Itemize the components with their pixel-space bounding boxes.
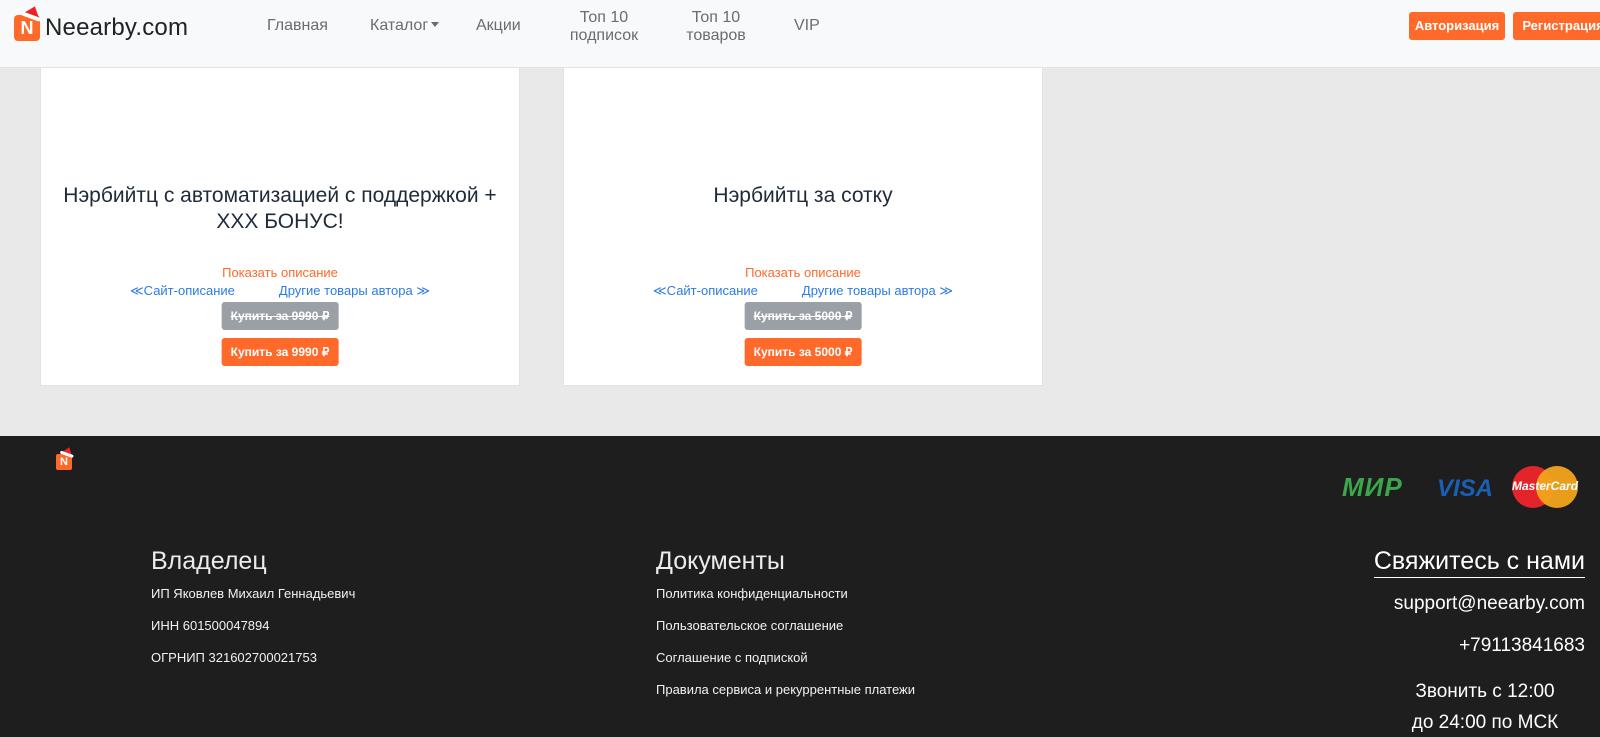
site-footer: N МИР VISA MasterCard Владелец ИП Яковле… xyxy=(0,436,1600,737)
nav-top-goods[interactable]: Топ 10 товаров xyxy=(685,9,747,45)
author-products-link[interactable]: Другие товары автора ≫ xyxy=(279,283,430,299)
product-card: Нэрбийтц за сотку Показать описание ≪Сай… xyxy=(563,60,1043,386)
contact-phone[interactable]: +79113841683 xyxy=(1459,635,1585,657)
footer-logo-letter: N xyxy=(60,456,68,468)
old-price-button: Купить за 5000 ₽ xyxy=(744,302,862,330)
contact-hours: Звонить с 12:00 до 24:00 по МСК xyxy=(1395,676,1575,737)
product-title: Нэрбийтц за сотку xyxy=(713,184,893,207)
nav-top-subs-line2: подписок xyxy=(569,27,639,44)
service-rules-link[interactable]: Правила сервиса и рекуррентные платежи xyxy=(656,682,915,697)
product-title: Нэрбийтц с автоматизацией с поддержкой +… xyxy=(63,184,497,233)
contact-heading: Свяжитесь с нами xyxy=(1373,547,1585,578)
nav-promos[interactable]: Акции xyxy=(476,17,521,35)
owner-inn: ИНН 601500047894 xyxy=(151,618,270,633)
nav-catalog[interactable]: Каталог xyxy=(370,17,440,35)
hours-line2: до 24:00 по МСК xyxy=(1411,712,1559,733)
visa-logo: VISA xyxy=(1437,475,1494,502)
mastercard-label: MasterCard xyxy=(1512,479,1579,493)
mastercard-logo: MasterCard xyxy=(1512,466,1578,508)
login-button[interactable]: Авторизация xyxy=(1409,12,1505,40)
product-links: ≪Сайт-описание Другие товары автора ≫ xyxy=(41,283,519,299)
show-description-link[interactable]: Показать описание xyxy=(564,265,1042,280)
owner-ogrnip: ОГРНИП 321602700021753 xyxy=(151,650,317,665)
mir-logo: МИР xyxy=(1342,472,1403,502)
site-logo[interactable]: N Neearby.com xyxy=(14,3,189,42)
hours-line1: Звонить с 12:00 xyxy=(1415,681,1555,702)
contact-email[interactable]: support@neearby.com xyxy=(1394,593,1585,615)
site-description-link[interactable]: ≪Сайт-описание xyxy=(130,283,235,299)
nav-top-subs-line1: Топ 10 xyxy=(579,9,629,26)
product-links: ≪Сайт-описание Другие товары автора ≫ xyxy=(564,283,1042,299)
footer-logo-icon[interactable]: N xyxy=(56,445,76,470)
nav-top-goods-line1: Топ 10 xyxy=(691,9,741,26)
nav-catalog-label: Каталог xyxy=(370,17,429,34)
nav-top-subscriptions[interactable]: Топ 10 подписок xyxy=(569,9,639,45)
show-description-link[interactable]: Показать описание xyxy=(41,265,519,280)
nav-top-goods-line2: товаров xyxy=(686,27,746,44)
logo-letter: N xyxy=(20,18,34,38)
author-products-link[interactable]: Другие товары автора ≫ xyxy=(802,283,953,299)
site-header: N Neearby.com Главная Каталог Акции Топ … xyxy=(0,0,1600,68)
caret-down-icon xyxy=(431,22,440,28)
logo-text: Neearby.com xyxy=(45,14,189,41)
site-description-link[interactable]: ≪Сайт-описание xyxy=(653,283,758,299)
buy-button[interactable]: Купить за 9990 ₽ xyxy=(221,338,339,366)
buy-button[interactable]: Купить за 5000 ₽ xyxy=(744,338,862,366)
owner-name: ИП Яковлев Михаил Геннадьевич xyxy=(151,586,356,601)
owner-heading: Владелец xyxy=(151,547,267,575)
nav-vip[interactable]: VIP xyxy=(794,17,820,35)
documents-heading: Документы xyxy=(656,547,785,575)
nav-home[interactable]: Главная xyxy=(267,17,328,35)
register-button[interactable]: Регистрация xyxy=(1513,12,1600,40)
privacy-policy-link[interactable]: Политика конфиденциальности xyxy=(656,586,848,601)
product-card: Нэрбийтц с автоматизацией с поддержкой +… xyxy=(40,60,520,386)
logo-icon: N xyxy=(14,3,44,41)
old-price-button: Купить за 9990 ₽ xyxy=(221,302,339,330)
user-agreement-link[interactable]: Пользовательское соглашение xyxy=(656,618,843,633)
subscription-agreement-link[interactable]: Соглашение с подпиской xyxy=(656,650,808,665)
